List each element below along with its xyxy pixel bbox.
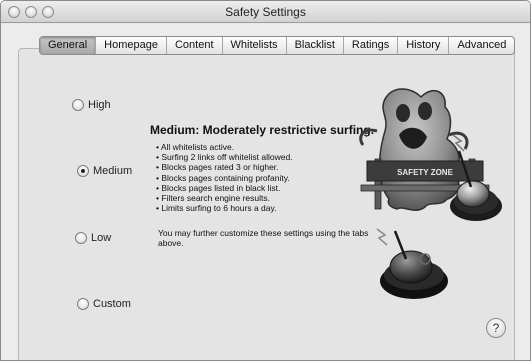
safety-settings-window: Safety Settings General Homepage Content… (0, 0, 531, 361)
tab-blacklist[interactable]: Blacklist (287, 37, 344, 54)
shield-emitter-lower (380, 230, 448, 299)
tab-content[interactable]: Content (167, 37, 223, 54)
tab-advanced[interactable]: Advanced (449, 37, 514, 54)
tab-history[interactable]: History (398, 37, 450, 54)
tab-homepage[interactable]: Homepage (96, 37, 167, 54)
tab-whitelists[interactable]: Whitelists (223, 37, 287, 54)
zap-mark (376, 228, 388, 246)
tab-general[interactable]: General (40, 37, 97, 54)
tab-bar: General Homepage Content Whitelists Blac… (39, 36, 516, 55)
sign-label: SAFETY ZONE (397, 168, 454, 177)
tab-ratings[interactable]: Ratings (344, 37, 399, 54)
safety-zone-illustration: SAFETY ZONE (359, 88, 502, 299)
help-button[interactable]: ? (486, 318, 506, 338)
